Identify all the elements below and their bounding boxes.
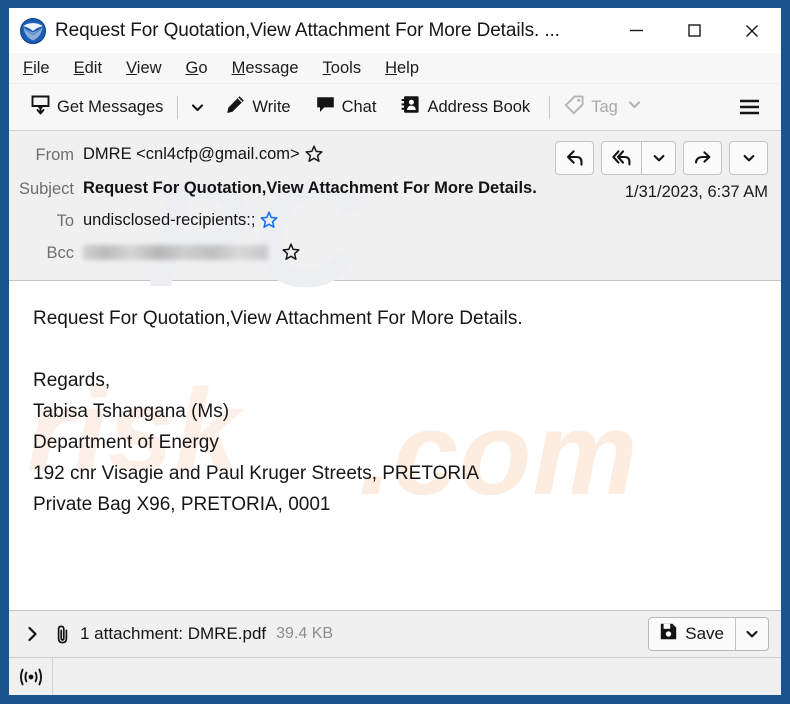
header-row-bcc: Bcc (9, 240, 781, 269)
menu-edit[interactable]: Edit (74, 59, 102, 78)
bcc-star-icon[interactable] (282, 243, 300, 269)
menu-edit-rest: dit (84, 58, 103, 77)
message-date: 1/31/2023, 6:37 AM (624, 183, 768, 201)
bcc-label: Bcc (46, 244, 74, 262)
to-value[interactable]: undisclosed-recipients:; (83, 208, 255, 233)
menu-help-accel: H (385, 58, 397, 77)
menu-go-rest: o (198, 58, 208, 77)
menu-file-rest: ile (33, 58, 50, 77)
window-frame: Request For Quotation,View Attachment Fo… (0, 0, 790, 704)
body-blank-line (33, 334, 781, 365)
title-bar: Request For Quotation,View Attachment Fo… (9, 8, 781, 53)
from-star-icon[interactable] (305, 145, 323, 171)
thunderbird-logo-icon (20, 17, 46, 44)
reply-all-button[interactable] (602, 142, 641, 174)
address-book-button[interactable]: Address Book (393, 90, 537, 124)
subject-label: Subject (18, 180, 74, 198)
address-book-icon (400, 94, 421, 120)
bcc-value-redacted[interactable] (83, 245, 268, 260)
status-bar (9, 657, 781, 695)
from-value[interactable]: DMRE <cnl4cfp@gmail.com> (83, 142, 300, 167)
hamburger-menu-icon[interactable] (730, 90, 769, 124)
menu-view-accel: V (126, 58, 137, 77)
body-line-4: Tabisa Tshangana (Ms) (33, 401, 230, 422)
menu-help[interactable]: Help (385, 59, 419, 78)
menu-message[interactable]: Message (232, 59, 299, 78)
paperclip-icon (53, 624, 80, 645)
header-row-to: To undisclosed-recipients:; (9, 208, 781, 237)
subject-value: Request For Quotation,View Attachment Fo… (83, 179, 537, 197)
attachment-bar: 1 attachment: DMRE.pdf 39.4 KB Save (9, 610, 781, 657)
get-messages-dropdown[interactable] (185, 90, 210, 124)
body-line-6: 192 cnr Visagie and Paul Kruger Streets,… (33, 463, 480, 484)
download-messages-icon (30, 94, 51, 120)
more-actions-chevron-down-icon[interactable] (729, 141, 768, 175)
to-label: To (56, 212, 74, 230)
minimize-icon[interactable] (607, 8, 665, 53)
save-disk-icon (659, 622, 678, 646)
from-label: From (35, 146, 75, 164)
menu-tools-accel: T (322, 58, 331, 77)
forward-button[interactable] (683, 141, 722, 175)
attachment-size: 39.4 KB (276, 625, 334, 642)
message-header: 1/31/2023, 6:37 AM From DMRE <cnl4cfp@gm… (9, 131, 781, 281)
attachment-expand-chevron-right-icon[interactable] (25, 625, 53, 643)
write-label: Write (252, 97, 291, 116)
menu-edit-accel: E (73, 58, 85, 77)
reply-all-group (601, 141, 676, 175)
write-button[interactable]: Write (218, 90, 297, 124)
tag-chevron-down-icon (627, 97, 642, 117)
from-value-container: DMRE <cnl4cfp@gmail.com> (83, 142, 323, 171)
close-icon[interactable] (723, 8, 781, 53)
to-value-container: undisclosed-recipients:; (83, 208, 279, 237)
main-toolbar: Get Messages Write Chat Address Book Tag (9, 84, 781, 131)
chat-bubble-icon (315, 94, 336, 120)
menu-tools-rest: ools (330, 58, 362, 77)
body-line-3: Regards, (33, 370, 111, 391)
menu-message-accel: M (231, 58, 246, 77)
status-bar-area (53, 658, 781, 695)
menu-file-accel: F (23, 58, 34, 77)
chat-label: Chat (341, 97, 377, 116)
menu-tools[interactable]: Tools (323, 59, 362, 78)
menu-go[interactable]: Go (186, 59, 208, 78)
tag-icon (564, 94, 585, 120)
get-messages-label: Get Messages (57, 97, 164, 116)
message-action-buttons (555, 141, 768, 175)
thunderbird-message-window: Request For Quotation,View Attachment Fo… (9, 8, 781, 695)
address-book-label: Address Book (427, 97, 531, 116)
pencil-icon (225, 94, 246, 120)
save-label: Save (685, 624, 724, 643)
reply-menu-chevron-down-icon[interactable] (641, 142, 675, 174)
attachment-name[interactable]: 1 attachment: DMRE.pdf (80, 624, 266, 644)
toolbar-separator-1 (177, 95, 179, 119)
online-status-broadcast-icon[interactable] (9, 658, 53, 695)
save-menu-chevron-down-icon[interactable] (735, 618, 768, 650)
menu-help-rest: elp (397, 58, 420, 77)
menu-view[interactable]: View (126, 59, 161, 78)
window-title: Request For Quotation,View Attachment Fo… (55, 19, 560, 41)
tag-button[interactable]: Tag (557, 90, 649, 124)
bcc-value-container (83, 240, 300, 269)
get-messages-button[interactable]: Get Messages (23, 90, 170, 124)
menu-message-rest: essage (245, 58, 299, 77)
to-star-icon[interactable] (260, 211, 279, 237)
body-line-1: Request For Quotation,View Attachment Fo… (33, 308, 523, 329)
menu-view-rest: iew (136, 58, 162, 77)
menu-bar: File Edit View Go Message Tools Help (9, 53, 781, 84)
reply-button[interactable] (555, 141, 594, 175)
chat-button[interactable]: Chat (308, 90, 384, 124)
window-controls (607, 8, 781, 53)
save-button[interactable]: Save (649, 618, 735, 650)
body-line-7: Private Bag X96, PRETORIA, 0001 (33, 494, 331, 515)
tag-label: Tag (591, 97, 618, 116)
maximize-icon[interactable] (665, 8, 723, 53)
message-body: Request For Quotation,View Attachment Fo… (9, 281, 781, 610)
toolbar-separator-2 (549, 95, 551, 119)
save-attachment-group: Save (648, 617, 769, 651)
menu-file[interactable]: File (23, 59, 50, 78)
body-line-5: Department of Energy (33, 432, 219, 453)
menu-go-accel: G (185, 58, 199, 77)
